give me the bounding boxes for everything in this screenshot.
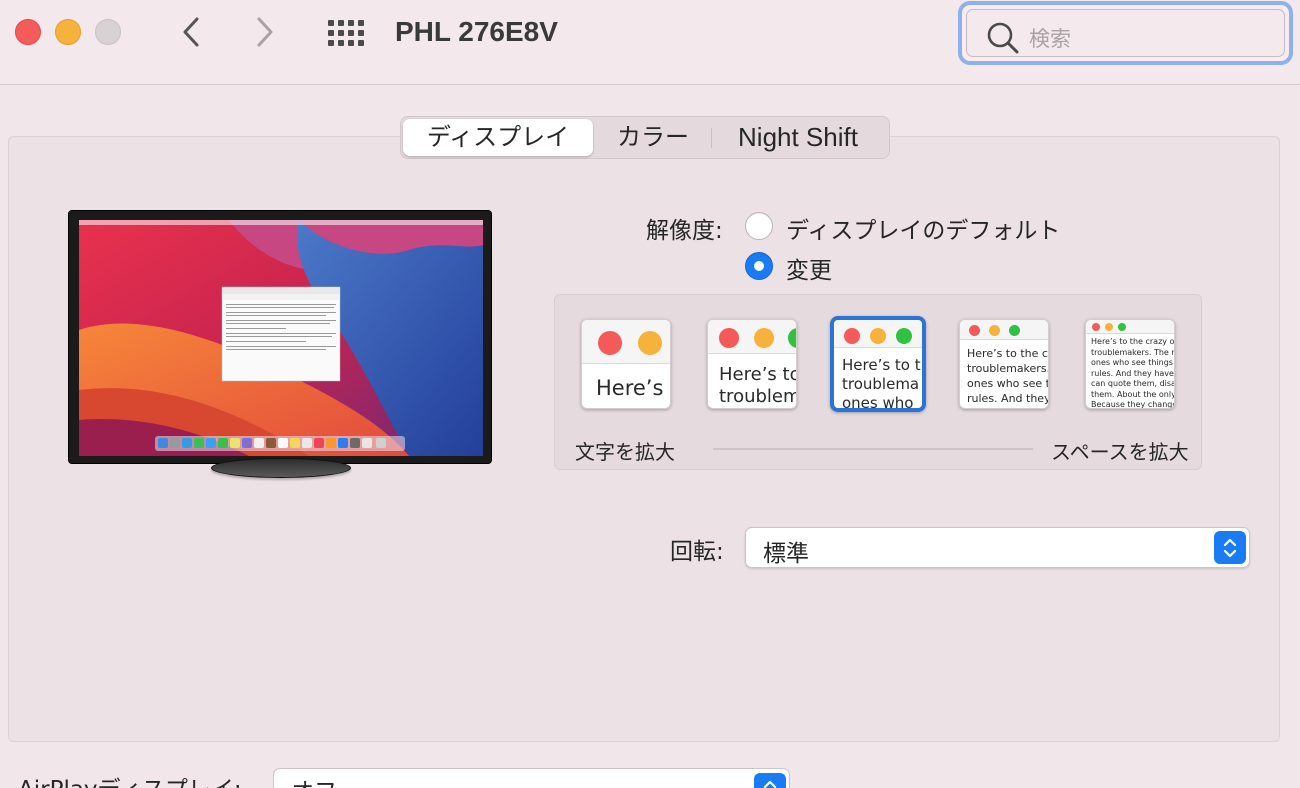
preview-text-window bbox=[221, 286, 341, 382]
grid-icon bbox=[328, 20, 364, 46]
yellow-dot-icon bbox=[870, 328, 886, 344]
rotation-value: 標準 bbox=[763, 541, 809, 567]
tab-color[interactable]: カラー bbox=[599, 117, 707, 158]
airplay-display-select[interactable]: オフ bbox=[273, 768, 790, 788]
yellow-dot-icon bbox=[1105, 323, 1113, 331]
airplay-value: オフ bbox=[291, 772, 337, 788]
airplay-display-label: AirPlayディスプレイ: bbox=[18, 770, 242, 788]
tab-bar: ディスプレイ カラー Night Shift bbox=[400, 116, 890, 159]
preview-text: them. About the only th bbox=[1091, 389, 1175, 399]
red-dot-icon bbox=[598, 331, 622, 355]
yellow-dot-icon bbox=[754, 328, 774, 348]
preview-text: Here’s bbox=[596, 376, 664, 400]
green-dot-icon bbox=[896, 328, 912, 344]
tab-display[interactable]: ディスプレイ bbox=[403, 119, 593, 156]
tab-separator bbox=[711, 128, 712, 148]
red-dot-icon bbox=[969, 325, 980, 336]
radio-default-label[interactable]: ディスプレイのデフォルト bbox=[786, 211, 1060, 245]
display-preview bbox=[68, 210, 492, 464]
yellow-dot-icon bbox=[989, 325, 1000, 336]
scale-option-1[interactable]: Here’s bbox=[581, 319, 671, 409]
chevron-up-down-icon bbox=[1223, 538, 1237, 557]
radio-default-resolution[interactable] bbox=[745, 212, 773, 240]
preview-text: ones who see things dif bbox=[1091, 358, 1174, 367]
window-title: PHL 276E8V bbox=[395, 16, 558, 47]
radio-scaled-resolution[interactable] bbox=[745, 252, 773, 280]
desktop-wallpaper bbox=[79, 220, 483, 456]
monitor-bezel bbox=[68, 210, 492, 464]
scale-larger-text-label: 文字を拡大 bbox=[575, 440, 675, 464]
preview-text: troublemakers. bbox=[967, 362, 1049, 375]
zoom-window-button[interactable] bbox=[95, 19, 121, 45]
search-input[interactable] bbox=[1029, 22, 1269, 56]
preview-text: Here’s to the crazy one bbox=[1091, 337, 1175, 346]
popup-stepper bbox=[754, 773, 786, 788]
red-dot-icon bbox=[1092, 323, 1100, 331]
close-window-button[interactable] bbox=[15, 19, 41, 45]
scale-option-2[interactable]: Here’s to troublem bbox=[707, 319, 797, 409]
preview-text: troublemakers. The rou bbox=[1091, 347, 1175, 357]
chevron-right-icon bbox=[257, 17, 273, 47]
preview-dock bbox=[155, 436, 405, 451]
search-icon bbox=[987, 22, 1019, 54]
scale-option-4[interactable]: Here’s to the cr troublemakers. ones who… bbox=[959, 319, 1049, 409]
preview-text: Here’s to bbox=[719, 364, 797, 385]
yellow-dot-icon bbox=[638, 331, 662, 355]
green-dot-icon bbox=[1009, 325, 1020, 336]
monitor-stand bbox=[211, 458, 351, 478]
show-all-button[interactable] bbox=[327, 19, 365, 47]
scale-option-5[interactable]: Here’s to the crazy one troublemakers. T… bbox=[1085, 319, 1175, 409]
chevron-left-icon bbox=[183, 17, 199, 47]
preview-text: rules. And they have no bbox=[1091, 368, 1174, 378]
wallpaper-image bbox=[79, 220, 483, 456]
preview-text: Here’s to the cr bbox=[967, 347, 1049, 360]
search-field[interactable] bbox=[958, 1, 1293, 65]
preview-text: troublem bbox=[719, 386, 797, 407]
preview-text: ones who bbox=[842, 394, 914, 412]
popup-stepper bbox=[1214, 531, 1246, 564]
rotation-select[interactable]: 標準 bbox=[745, 527, 1250, 568]
tab-night-shift[interactable]: Night Shift bbox=[723, 117, 873, 158]
rotation-label: 回転: bbox=[670, 539, 724, 565]
preview-text: Because they change th bbox=[1091, 400, 1175, 409]
red-dot-icon bbox=[719, 328, 739, 348]
title-bar: PHL 276E8V bbox=[0, 0, 1300, 85]
preview-text: troublema bbox=[842, 375, 920, 393]
chevron-up-down-icon bbox=[763, 780, 777, 788]
green-dot-icon bbox=[1118, 323, 1126, 331]
minimize-window-button[interactable] bbox=[55, 19, 81, 45]
scale-more-space-label: スペースを拡大 bbox=[1051, 440, 1189, 464]
resolution-label: 解像度: bbox=[646, 218, 723, 244]
scale-track-line bbox=[713, 448, 1033, 450]
scale-option-3[interactable]: Here’s to t troublema ones who bbox=[830, 316, 926, 412]
preview-text: ones who see t bbox=[967, 377, 1049, 390]
preview-text: Here’s to t bbox=[842, 356, 921, 374]
radio-scaled-label[interactable]: 変更 bbox=[786, 251, 832, 285]
system-preferences-window: PHL 276E8V ディスプレイ カラー Night Shift bbox=[0, 0, 1300, 788]
preview-text: rules. And they bbox=[967, 392, 1049, 405]
preview-text: can quote them, disagre bbox=[1091, 379, 1174, 388]
forward-button[interactable] bbox=[249, 14, 281, 50]
red-dot-icon bbox=[844, 328, 860, 344]
back-button[interactable] bbox=[175, 14, 207, 50]
